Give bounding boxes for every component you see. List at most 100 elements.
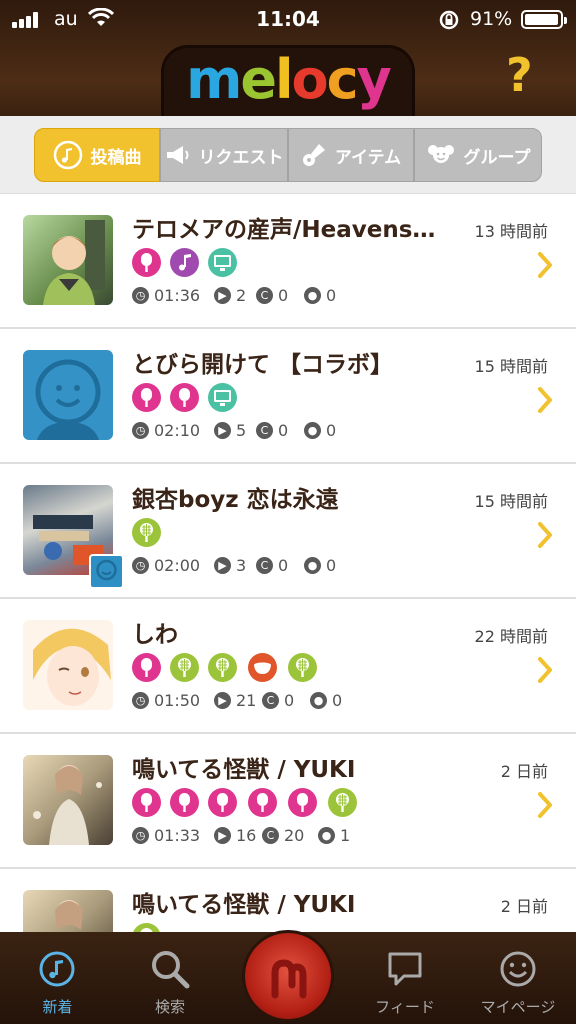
mic-green-badge-icon (208, 653, 237, 682)
artwork-image (55, 900, 83, 930)
duration-stat: ◷ 02:10 (132, 421, 200, 440)
melocy-logo: melocy (164, 48, 412, 116)
plays-value: 16 (236, 826, 257, 845)
song-title: しわ (132, 622, 178, 648)
segment-label: アイテム (334, 147, 402, 168)
monitor-badge-icon (208, 383, 237, 412)
tab-label: マイページ (480, 998, 556, 1016)
mic-badge-icon (132, 653, 161, 682)
segment-posted-songs[interactable]: 投稿曲 (34, 128, 160, 182)
list-item[interactable]: 鳴いてる怪獣 / YUKI 2 日前 ◷ 01:33 ▶ 16 C 20 ● 1 (0, 734, 576, 869)
messages-value: 1 (340, 826, 351, 845)
messages-value: 0 (326, 421, 337, 440)
duration-value: 02:10 (154, 421, 201, 440)
tab-search[interactable]: 検索 (115, 932, 225, 1024)
comments-stat: C0 (256, 421, 288, 440)
comments-stat: C0 (256, 286, 288, 305)
play-icon: ▶ (214, 287, 231, 304)
messages-stat: ● 0 (310, 691, 342, 710)
list-item[interactable]: とびら開けて 【コラボ】 15 時間前 ◷ 02:10 ▶ 5 C0 ● 0 (0, 329, 576, 464)
monitor-badge-icon (208, 248, 237, 277)
list-item[interactable]: テロメアの産声/Heavens… 13 時間前 ◷ 01:36 ▶ 2 C0 ● 0 (0, 194, 576, 329)
segment-request[interactable]: リクエスト (160, 128, 288, 182)
search-icon (152, 951, 190, 989)
plays-value: 2 (236, 286, 247, 305)
chevron-right-icon (538, 522, 552, 548)
segment-items[interactable]: アイテム (288, 128, 414, 182)
segment-label: リクエスト (198, 147, 284, 168)
list-item[interactable]: 鳴いてる怪獣 / YUKI 2 日前 (0, 869, 576, 932)
app-header: au 11:04 91% melocy ? (0, 0, 576, 116)
logo-text: melocy (186, 48, 392, 111)
list-item[interactable]: しわ 22 時間前 ◷ 01:50 ▶ 21 C0 ● 0 (0, 599, 576, 734)
song-list: テロメアの産声/Heavens… 13 時間前 ◷ 01:36 ▶ 2 C0 ● 0 … (0, 194, 576, 932)
messages-stat: ● 0 (304, 556, 336, 575)
comments-value: 0 (278, 556, 289, 575)
song-title: 鳴いてる怪獣 / YUKI (132, 892, 356, 918)
record-button[interactable] (242, 930, 334, 1022)
tab-label: 新着 (42, 998, 73, 1016)
duration-value: 01:36 (154, 286, 201, 305)
note-badge-icon (170, 248, 199, 277)
artwork-image (43, 220, 105, 305)
posted-age: 15 時間前 (474, 357, 548, 376)
battery-percent: 91% (470, 8, 513, 30)
plays-stat: ▶ 21 (214, 691, 256, 710)
duration-stat: ◷ 01:50 (132, 691, 200, 710)
help-button[interactable]: ? (506, 48, 533, 102)
comments-value: 0 (278, 286, 289, 305)
category-segmented-control: 投稿曲 リクエスト アイテム グループ (0, 116, 576, 194)
default-avatar-icon (35, 359, 101, 440)
tab-new[interactable]: 新着 (0, 932, 115, 1024)
chevron-right-icon (538, 252, 552, 278)
duration-value: 02:00 (154, 556, 201, 575)
duration-stat: ◷ 02:00 (132, 556, 200, 575)
mic-badge-icon (208, 788, 237, 817)
megaphone-icon (166, 146, 188, 164)
mic-badge-icon (170, 383, 199, 412)
plays-stat: ▶ 5 (214, 421, 246, 440)
tab-mypage[interactable]: マイページ (460, 932, 576, 1024)
comments-stat: C 20 (262, 826, 304, 845)
mic-badge-icon (132, 383, 161, 412)
mic-badge-icon (248, 788, 277, 817)
duration-stat: ◷ 01:33 (132, 826, 200, 845)
chevron-right-icon (538, 387, 552, 413)
smiley-icon (500, 951, 536, 987)
status-bar: au 11:04 91% (0, 0, 576, 40)
mic-green-badge-icon (132, 518, 161, 547)
mic-green-badge-icon (288, 653, 317, 682)
mic-badge-icon (170, 788, 199, 817)
app-screen: au 11:04 91% melocy ? 投稿曲 リクエスト アイテム グルー… (0, 0, 576, 1024)
segment-label: グループ (463, 147, 531, 168)
messages-value: 0 (326, 556, 337, 575)
coin-icon: C (256, 557, 273, 574)
list-item[interactable]: 銀杏boyz 恋は永遠 15 時間前 ◷ 02:00 ▶ 3 C0 ● 0 (0, 464, 576, 599)
comments-value: 0 (284, 691, 295, 710)
mic-badge-icon (288, 788, 317, 817)
posted-age: 2 日前 (500, 897, 548, 916)
plays-stat: ▶ 3 (214, 556, 246, 575)
tab-feed[interactable]: フィード (350, 932, 460, 1024)
chat-icon: ● (304, 422, 321, 439)
speech-bubble-icon (388, 952, 422, 986)
posted-age: 22 時間前 (474, 627, 548, 646)
plays-value: 21 (236, 691, 257, 710)
posted-age: 13 時間前 (474, 222, 548, 241)
chevron-right-icon (538, 657, 552, 683)
comments-stat: C0 (262, 691, 294, 710)
segment-label: 投稿曲 (90, 147, 142, 168)
chat-icon: ● (304, 557, 321, 574)
song-title: 銀杏boyz 恋は永遠 (132, 487, 339, 513)
segment-group[interactable]: グループ (414, 128, 542, 182)
posted-age: 2 日前 (500, 762, 548, 781)
tab-label: 検索 (154, 998, 185, 1016)
plays-stat: ▶ 2 (214, 286, 246, 305)
chat-icon: ● (318, 827, 335, 844)
music-note-icon (39, 951, 75, 987)
comments-value: 20 (284, 826, 305, 845)
song-thumbnail (23, 755, 113, 845)
clock-icon: ◷ (132, 422, 149, 439)
comments-stat: C0 (256, 556, 288, 575)
messages-value: 0 (332, 691, 343, 710)
